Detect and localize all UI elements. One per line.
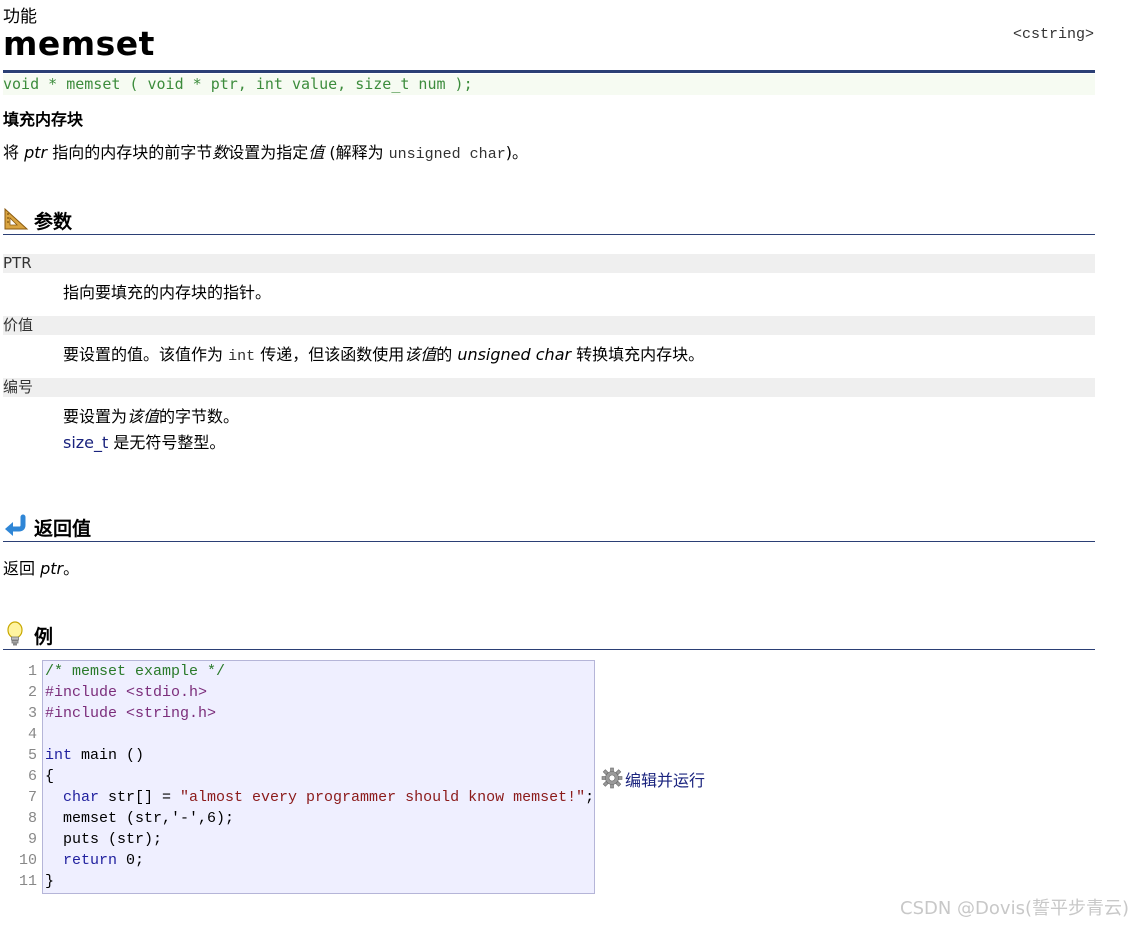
param-text: 要设置为	[63, 407, 128, 426]
code-line: {	[45, 768, 54, 785]
set-square-icon	[4, 207, 29, 230]
param-text: 的字节数。	[159, 407, 240, 426]
param-text: 要设置的值。该值作为	[63, 345, 229, 364]
line-number: 11	[18, 873, 37, 890]
code-preprocessor: #include <stdio.h>	[45, 684, 208, 701]
param-text: 转换填充内存块。	[571, 345, 705, 364]
section-title: 返回值	[34, 518, 92, 540]
page-title: memset	[3, 24, 155, 63]
return-text: 。	[63, 559, 80, 578]
description-text: )。	[505, 143, 528, 162]
section-title: 例	[34, 626, 54, 648]
line-number: 4	[27, 726, 37, 743]
line-number: 2	[27, 684, 37, 701]
code-text: }	[45, 873, 55, 890]
code-line: puts (str);	[45, 831, 162, 848]
watermark: CSDN @Dovis(誓平步青云)	[900, 898, 1129, 919]
line-number: 9	[27, 831, 37, 848]
code-line: }	[45, 873, 54, 890]
code-text: str[] =	[99, 789, 181, 806]
code-preprocessor: #include <string.h>	[45, 705, 217, 722]
line-number: 5	[27, 747, 37, 764]
int-code: int	[228, 348, 256, 365]
param-text: 是无符号整型。	[108, 433, 226, 452]
title-divider	[3, 70, 1095, 73]
param-desc-size-t: size_t 是无符号整型。	[63, 429, 225, 453]
line-number: 8	[27, 810, 37, 827]
code-text: ;	[585, 789, 595, 806]
code-keyword: char	[45, 789, 100, 806]
description-text: (解释为	[324, 143, 389, 162]
example-heading: 例	[3, 619, 1095, 650]
code-line: #include <string.h>	[45, 705, 216, 722]
line-number: 10	[18, 852, 37, 869]
unsigned-char-code: unsigned char	[388, 146, 506, 163]
code-line: char str[] = "almost every programmer sh…	[45, 789, 594, 806]
code-comment: /* memset example */	[45, 663, 226, 680]
line-number: 7	[27, 789, 37, 806]
param-name-ptr: PTR	[3, 254, 1095, 273]
code-line: int main ()	[45, 747, 144, 764]
code-text: {	[45, 768, 55, 785]
param-desc-ptr: 指向要填充的内存块的指针。	[63, 283, 272, 302]
num-param-ref: 数	[212, 143, 229, 162]
return-description: 返回 ptr。	[3, 555, 79, 579]
code-line: memset (str,'-',6);	[45, 810, 234, 827]
code-keyword: int	[45, 747, 73, 764]
ptr-param-ref: ptr	[40, 559, 64, 578]
gear-icon	[601, 767, 623, 789]
parameters-heading: 参数	[3, 204, 1095, 235]
param-name-num: 编号	[3, 378, 1095, 397]
line-number: 6	[27, 768, 37, 785]
code-keyword: return	[45, 852, 118, 869]
return-text: 返回	[3, 559, 41, 578]
code-text: memset (str,'-',6);	[45, 810, 235, 827]
size-t-link[interactable]: size_t	[63, 433, 108, 452]
param-desc-num: 要设置为该值的字节数。	[63, 403, 239, 427]
function-prototype: void * memset ( void * ptr, int value, s…	[3, 74, 1095, 95]
code-text: main ()	[72, 747, 145, 764]
value-param-ref: 该值	[127, 407, 160, 426]
description: 将 ptr 指向的内存块的前字节数设置为指定值 (解释为 unsigned ch…	[3, 139, 528, 163]
library-header-link[interactable]: <cstring>	[1013, 26, 1094, 43]
return-value-heading: 返回值	[3, 511, 1095, 542]
section-title: 参数	[34, 211, 73, 233]
description-text: 将	[3, 143, 25, 162]
code-text: puts (str);	[45, 831, 163, 848]
code-line: return 0;	[45, 852, 144, 869]
code-string: "almost every programmer should know mem…	[180, 789, 586, 806]
value-param-ref: 该值	[404, 345, 437, 364]
param-name-value: 价值	[3, 316, 1095, 335]
line-number: 1	[27, 663, 37, 680]
ptr-param-ref: ptr	[24, 143, 48, 162]
param-text: 传递，但该函数使用	[255, 345, 405, 364]
line-number: 3	[27, 705, 37, 722]
return-arrow-icon	[5, 514, 26, 536]
description-text: 设置为指定	[228, 143, 309, 162]
value-param-ref: 值	[308, 143, 325, 162]
unsigned-char-ref: unsigned char	[457, 345, 572, 364]
code-line: /* memset example */	[45, 663, 225, 680]
lightbulb-icon	[7, 621, 23, 646]
edit-and-run-label[interactable]: 编辑并运行	[625, 767, 705, 791]
code-line: #include <stdio.h>	[45, 684, 207, 701]
short-description: 填充内存块	[3, 110, 84, 129]
description-text: 指向的内存块的前字节	[47, 143, 213, 162]
param-desc-value: 要设置的值。该值作为 int 传递，但该函数使用该值的 unsigned cha…	[63, 341, 704, 365]
code-text: 0;	[117, 852, 145, 869]
param-text: 的	[436, 345, 458, 364]
